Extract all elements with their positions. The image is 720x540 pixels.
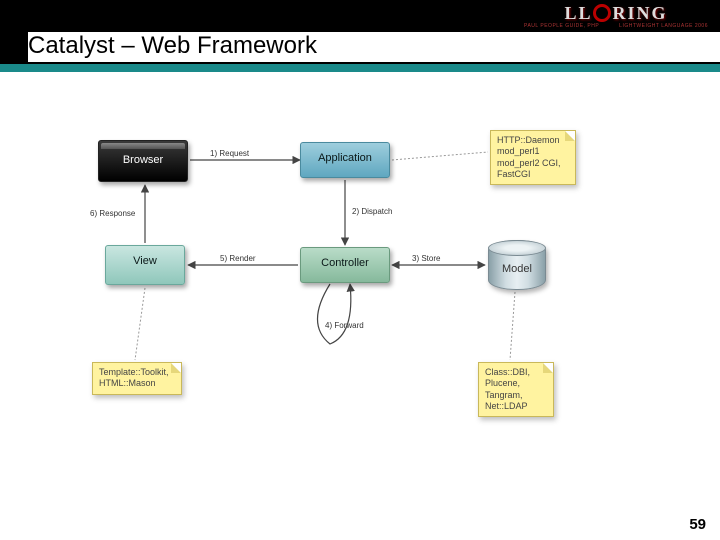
ring-icon: [593, 4, 611, 22]
note-model: Class::DBI, Plucene, Tangram, Net::LDAP: [478, 362, 554, 417]
note-application-text: HTTP::Daemon mod_perl1 mod_perl2 CGI, Fa…: [497, 135, 561, 179]
edge-response: 6) Response: [90, 210, 135, 218]
architecture-diagram: Browser Application View Controller Mode…: [90, 130, 630, 460]
node-browser-label: Browser: [123, 154, 163, 166]
page-number: 59: [689, 517, 706, 532]
logo-left: LL: [564, 3, 592, 23]
node-view: View: [105, 245, 185, 285]
edge-request: 1) Request: [210, 150, 249, 158]
edge-forward: 4) Forward: [325, 322, 364, 330]
logo-sub-right: LIGHTWEIGHT LANGUAGE 2006: [619, 24, 708, 29]
node-view-label: View: [133, 255, 157, 267]
divider-bar: [0, 64, 720, 72]
edge-store: 3) Store: [412, 255, 440, 263]
node-controller-label: Controller: [321, 257, 369, 269]
event-logo: LL RING PAUL PEOPLE GUIDE, PHP LIGHTWEIGH…: [524, 4, 708, 29]
note-view: Template::Toolkit, HTML::Mason: [92, 362, 182, 395]
edge-render: 5) Render: [220, 255, 256, 263]
edge-dispatch: 2) Dispatch: [352, 208, 392, 216]
note-view-text: Template::Toolkit, HTML::Mason: [99, 367, 169, 388]
node-model: Model: [488, 240, 546, 290]
node-application-label: Application: [318, 152, 372, 164]
note-application: HTTP::Daemon mod_perl1 mod_perl2 CGI, Fa…: [490, 130, 576, 185]
node-browser: Browser: [98, 140, 188, 182]
node-controller: Controller: [300, 247, 390, 283]
node-model-label: Model: [502, 263, 532, 275]
node-application: Application: [300, 142, 390, 178]
logo-sub-left: PAUL PEOPLE GUIDE, PHP: [524, 24, 599, 29]
note-model-text: Class::DBI, Plucene, Tangram, Net::LDAP: [485, 367, 530, 411]
slide-title: Catalyst – Web Framework: [28, 32, 720, 62]
logo-right: RING: [612, 3, 667, 23]
